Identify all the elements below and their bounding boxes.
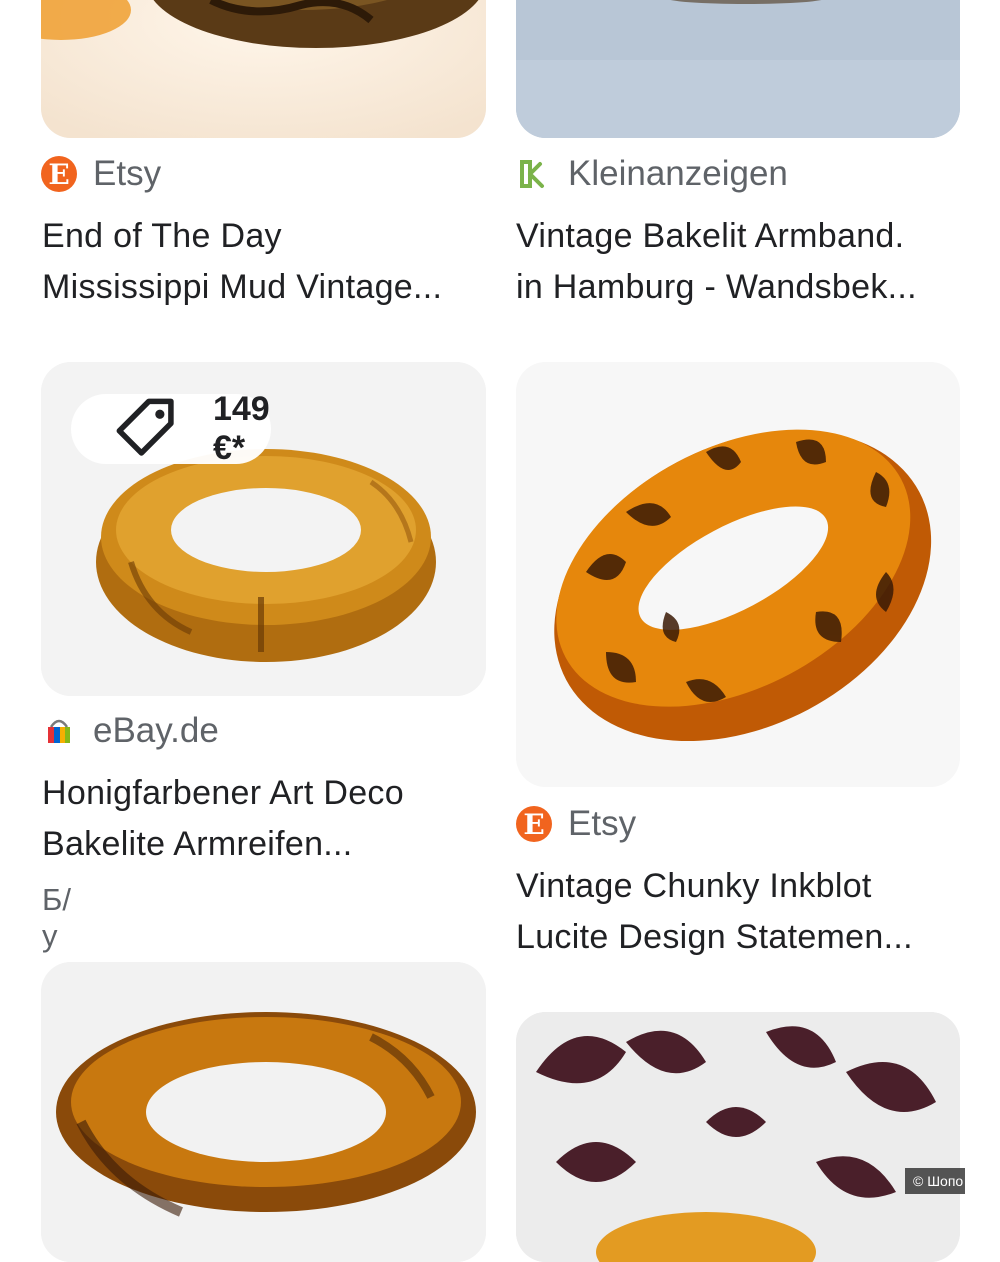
source-row[interactable]: eBay.de (41, 711, 219, 751)
result-image-6[interactable] (516, 1012, 960, 1262)
result-title[interactable]: Vintage Chunky Inkblot Lucite Design Sta… (516, 861, 960, 963)
result-image-2[interactable] (516, 0, 960, 138)
source-row[interactable]: E Etsy (516, 804, 636, 844)
source-name: Kleinanzeigen (568, 154, 788, 193)
source-name: eBay.de (93, 711, 219, 750)
etsy-icon: E (41, 156, 77, 192)
etsy-icon: E (516, 806, 552, 842)
price-text: 149 €* (212, 390, 270, 467)
image-copyright: © Шопо (905, 1168, 965, 1194)
result-image-1[interactable] (41, 0, 486, 138)
result-image-5[interactable] (41, 962, 486, 1262)
condition-label: Б/у (42, 882, 71, 953)
result-title[interactable]: End of The Day Mississippi Mud Vintage..… (42, 211, 487, 313)
result-image-4[interactable] (516, 362, 960, 787)
source-row[interactable]: E Etsy (41, 154, 161, 194)
kleinanzeigen-icon (516, 156, 552, 192)
price-tag-icon (116, 398, 174, 456)
price-chip: 149 €* (71, 390, 271, 467)
source-row[interactable]: Kleinanzeigen (516, 154, 788, 194)
ebay-icon (41, 713, 77, 749)
source-name: Etsy (93, 154, 162, 193)
result-image-3[interactable]: 149 €* (41, 362, 486, 696)
source-name: Etsy (568, 804, 637, 843)
result-title[interactable]: Vintage Bakelit Armband. in Hamburg - Wa… (516, 211, 960, 313)
result-title[interactable]: Honigfarbener Art Deco Bakelite Armreife… (42, 768, 487, 870)
